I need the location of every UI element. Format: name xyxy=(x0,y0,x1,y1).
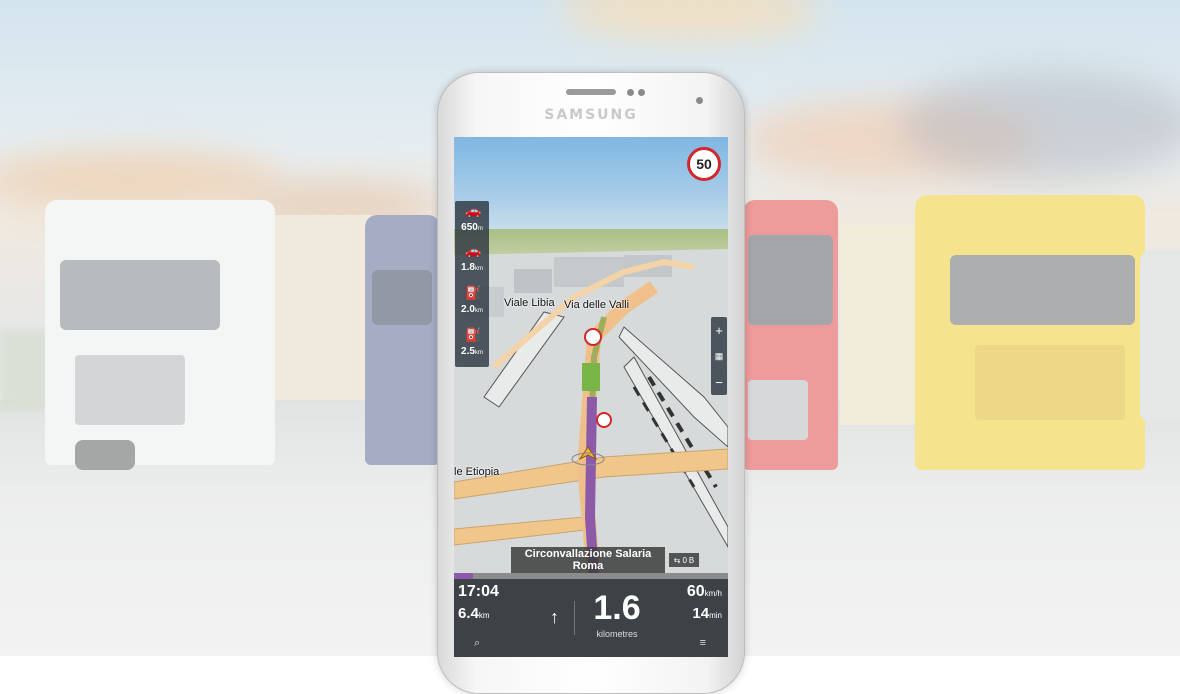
zoom-in-button[interactable]: + xyxy=(711,317,727,343)
menu-icon[interactable]: ≡ xyxy=(700,637,706,649)
next-maneuver: ↑ 1.6 kilometres xyxy=(538,589,648,643)
remaining-time: 14min xyxy=(692,605,722,622)
phone-camera xyxy=(696,97,703,104)
car-icon: 🚗 xyxy=(465,243,482,258)
poi-distance: 2.5km xyxy=(461,346,483,357)
map-view[interactable] xyxy=(454,137,728,579)
maneuver-distance: 1.6 xyxy=(593,589,641,627)
traffic-icon-b: B xyxy=(688,555,695,565)
poi-marker xyxy=(596,412,612,428)
straight-arrow-icon: ↑ xyxy=(550,607,559,627)
current-street-banner: Circonvallazione Salaria Roma xyxy=(511,547,665,574)
poi-item-fuel[interactable]: ⛽ 2.5km xyxy=(455,325,489,365)
map-mode-icon[interactable]: ▦ xyxy=(711,343,727,369)
phone: SAMSUNG Viale Libia Via delle Valli le E… xyxy=(437,72,745,694)
remaining-distance: 6.4km xyxy=(458,605,490,622)
zoom-control: + ▦ − xyxy=(711,317,727,395)
zoom-out-button[interactable]: − xyxy=(711,369,727,395)
arrival-time: 17:04 xyxy=(458,583,499,600)
traffic-indicator[interactable]: ⇆ 0B xyxy=(669,553,699,567)
navigation-screen: Viale Libia Via delle Valli le Etiopia 5… xyxy=(454,137,728,657)
poi-distance: 2.0km xyxy=(461,304,483,315)
maneuver-distance-unit: kilometres xyxy=(596,629,638,639)
phone-sensor xyxy=(638,89,645,96)
trip-summary-right[interactable]: 60km/h 14min xyxy=(687,583,722,622)
route-segment xyxy=(582,363,600,391)
street-label: Viale Libia xyxy=(504,297,555,309)
poi-item-parking[interactable]: 🚗 1.8km xyxy=(455,241,489,281)
current-street-name: Circonvallazione Salaria xyxy=(524,548,652,560)
traffic-icon: ⇆ xyxy=(673,555,681,565)
current-speed: 60km/h xyxy=(686,583,722,600)
phone-sensor xyxy=(627,89,634,96)
poi-panel: 🚗 650m 🚗 1.8km ⛽ 2.0km ⛽ 2.5km xyxy=(455,201,489,367)
street-label: le Etiopia xyxy=(454,466,500,478)
traffic-value: 0 xyxy=(682,555,687,565)
car-icon: 🚗 xyxy=(465,203,482,218)
search-icon[interactable]: ⌕ xyxy=(474,637,480,650)
fuel-icon: ⛽ xyxy=(465,327,482,342)
street-label: Via delle Valli xyxy=(564,299,630,311)
poi-marker xyxy=(584,328,602,346)
poi-distance: 650m xyxy=(461,222,483,233)
trip-summary-left[interactable]: 17:04 6.4km xyxy=(458,583,499,622)
poi-item-parking[interactable]: 🚗 650m xyxy=(455,201,489,241)
phone-brand: SAMSUNG xyxy=(544,107,638,123)
current-city-name: Roma xyxy=(572,560,604,572)
phone-speaker xyxy=(566,89,616,95)
building-block xyxy=(514,269,552,293)
poi-distance: 1.8km xyxy=(461,262,483,273)
fuel-icon: ⛽ xyxy=(465,285,482,300)
building-block xyxy=(554,257,624,287)
navigation-bottom-bar: 17:04 6.4km ⌕ ↑ 1.6 kilometres 60km/h 14… xyxy=(454,579,728,657)
speed-limit-sign: 50 xyxy=(687,147,721,181)
poi-item-fuel[interactable]: ⛽ 2.0km xyxy=(455,283,489,323)
divider xyxy=(574,601,575,635)
